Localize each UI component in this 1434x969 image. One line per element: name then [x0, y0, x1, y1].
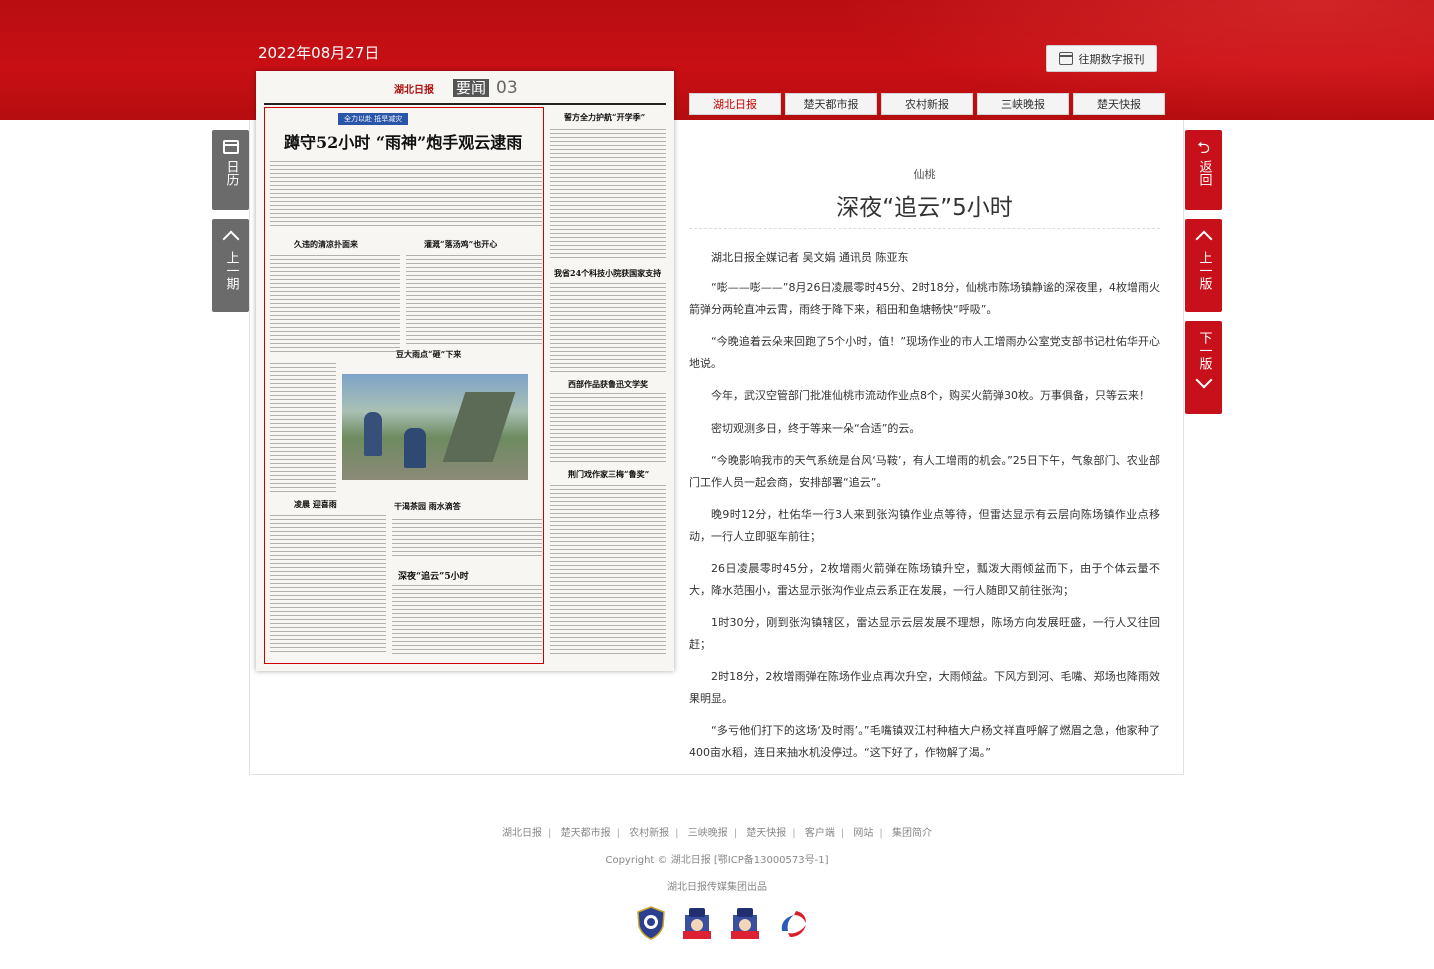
newspaper-headline-science[interactable]: 我省24个科技小院获国家支持: [554, 268, 661, 279]
tab-hubei-daily[interactable]: 湖北日报: [689, 93, 781, 115]
newspaper-text-block: [270, 255, 400, 355]
article-paragraph: 晚9时12分，杜佑华一行3人来到张沟镇作业点等待，但雷达显示有云层向陈场镇作业点…: [689, 508, 1160, 543]
footer-link-about[interactable]: 集团简介: [892, 828, 932, 839]
newspaper-headline-tea[interactable]: 干渴茶园 雨水滴答: [394, 501, 461, 512]
calendar-label: 日历: [223, 160, 239, 186]
newspaper-headline-literature[interactable]: 西部作品获鲁迅文学奖: [568, 379, 648, 390]
issue-date: 2022年08月27日: [258, 44, 380, 62]
next-page-label: 下一版: [1196, 331, 1212, 370]
footer-badges: [636, 905, 810, 941]
article-paragraph: 26日凌晨零时45分，2枚增雨火箭弹在陈场镇升空，瓢泼大雨倾盆而下，由于个体云量…: [689, 562, 1160, 597]
tab-chutian-express[interactable]: 楚天快报: [1073, 93, 1165, 115]
newspaper-text-block: [550, 485, 666, 655]
return-icon: ⮌: [1197, 138, 1210, 157]
newspaper-headline-rain2[interactable]: 凌晨 迎喜雨: [294, 499, 337, 510]
prev-issue-button[interactable]: 上一期: [212, 219, 249, 312]
newspaper-headline-rain[interactable]: 豆大雨点“砸”下来: [396, 349, 461, 360]
footer-link-website[interactable]: 网站: [853, 828, 873, 839]
newspaper-text-block: [550, 393, 666, 463]
calendar-icon: [1058, 52, 1073, 65]
article-body: “嘭——嘭——”8月26日凌晨零时45分、2时18分，仙桃市陈场镇静谧的深夜里，…: [689, 277, 1160, 774]
article-paragraph: 今年，武汉空管部门批准仙桃市流动作业点8个，购买火箭弹30枚。万事俱备，只等云来…: [711, 389, 1150, 402]
next-page-button[interactable]: 下一版: [1185, 321, 1222, 414]
article-paragraph: “嘭——嘭——”8月26日凌晨零时45分、2时18分，仙桃市陈场镇静谧的深夜里，…: [689, 281, 1160, 316]
newspaper-text-block: [270, 363, 336, 493]
newspaper-text-block: [392, 519, 542, 559]
archive-button[interactable]: 往期数字报刊: [1046, 45, 1157, 72]
article-byline: 湖北日报全媒记者 吴文娟 通讯员 陈亚东: [711, 251, 909, 264]
article-kicker: 仙桃: [913, 168, 936, 181]
footer-link-chutian-express[interactable]: 楚天快报: [746, 828, 786, 839]
footer-links: 湖北日报 | 楚天都市报 | 农村新报 | 三峡晚报 | 楚天快报 | 客户端 | 网站 | …: [502, 828, 932, 839]
newspaper-headline-right[interactable]: 誓方全力护航“开学季”: [564, 112, 645, 123]
copyright: Copyright © 湖北日报 [鄂ICP备13000573号-1]: [605, 855, 829, 866]
net-police-icon[interactable]: [728, 905, 762, 941]
chevron-up-icon: [222, 230, 239, 248]
newspaper-headline-drama[interactable]: 荆门戏作家三梅“鲁奖”: [568, 469, 649, 480]
producer: 湖北日报传媒集团出品: [667, 882, 767, 893]
newspaper-text-block: [270, 161, 542, 229]
title-divider: [689, 228, 1160, 229]
tab-rural-news[interactable]: 农村新报: [881, 93, 973, 115]
newspaper-photo[interactable]: [342, 374, 528, 480]
back-button[interactable]: ⮌ 返回: [1185, 130, 1222, 210]
newspaper-page-number: 03: [496, 78, 518, 98]
article-paragraph: 密切观测多日，终于等来一朵“合适”的云。: [711, 421, 921, 435]
article-paragraph: 2时18分，2枚增雨弹在陈场作业点再次升空，大雨倾盆。下风方到河、毛嘴、郑场也降…: [689, 670, 1160, 705]
newspaper-text-block: [392, 585, 542, 655]
article-title: 深夜“追云”5小时: [836, 195, 1013, 221]
newspaper-headline-irrigation[interactable]: 灌溉“落汤鸡”也开心: [424, 239, 497, 250]
newspaper-logo: 湖北日报: [394, 85, 434, 96]
article-paragraph: “今晚追着云朵来回跑了5个小时，值！”现场作业的市人工增雨办公室党支部书记杜佑华…: [689, 335, 1160, 370]
footer-link-chutian-metro[interactable]: 楚天都市报: [561, 828, 611, 839]
newspaper-text-block: [270, 515, 386, 655]
calendar-icon: [222, 140, 239, 154]
footer-link-rural-news[interactable]: 农村新报: [629, 828, 669, 839]
newspaper-masthead-bar: 湖北日报 要闻 03: [264, 77, 666, 105]
police-badge-icon[interactable]: [636, 906, 666, 940]
report-logo-icon[interactable]: [776, 905, 810, 941]
net-police-icon[interactable]: [680, 905, 714, 941]
footer-link-hubei-daily[interactable]: 湖北日报: [502, 828, 542, 839]
newspaper-text-block: [550, 129, 666, 259]
article-paragraph: “多亏他们打下的这场‘及时雨’。”毛嘴镇双江村种植大户杨文祥直呼解了燃眉之急，他…: [689, 724, 1160, 759]
newspaper-headline-cool[interactable]: 久违的清凉扑面来: [294, 239, 358, 250]
tab-chutian-metro[interactable]: 楚天都市报: [785, 93, 877, 115]
newspaper-headline-main[interactable]: 蹲守52小时 “雨神”炮手观云逮雨: [284, 129, 522, 153]
newspaper-text-block: [550, 283, 666, 373]
archive-label: 往期数字报刊: [1078, 52, 1145, 66]
prev-issue-label: 上一期: [223, 251, 239, 290]
newspaper-page-image[interactable]: 湖北日报 要闻 03 全力以赴 抵旱减灾 蹲守52小时 “雨神”炮手观云逮雨 誓…: [256, 71, 674, 671]
newspaper-tabs: 湖北日报 楚天都市报 农村新报 三峡晚报 楚天快报: [689, 93, 1165, 115]
chevron-up-icon: [1195, 230, 1212, 248]
chevron-down-icon: [1195, 371, 1212, 389]
prev-page-label: 上一版: [1196, 251, 1212, 290]
newspaper-text-block: [406, 255, 542, 345]
newspaper-section: 要闻: [453, 79, 490, 97]
footer-link-client[interactable]: 客户端: [805, 828, 835, 839]
prev-page-button[interactable]: 上一版: [1185, 219, 1222, 312]
newspaper-tag: 全力以赴 抵旱减灾: [338, 113, 409, 125]
article-paragraph: 1时30分，刚到张沟镇辖区，雷达显示云层发展不理想，陈场方向发展旺盛，一行人又往…: [689, 616, 1160, 651]
article-paragraph: “今晚影响我市的天气系统是台风‘马鞍’，有人工增雨的机会。”25日下午，气象部门…: [689, 454, 1160, 489]
calendar-button[interactable]: 日历: [212, 130, 249, 210]
footer-link-three-gorges[interactable]: 三峡晚报: [688, 828, 728, 839]
back-label: 返回: [1196, 160, 1212, 186]
tab-three-gorges-evening[interactable]: 三峡晚报: [977, 93, 1069, 115]
newspaper-headline-chase[interactable]: 深夜“追云”5小时: [398, 569, 469, 582]
